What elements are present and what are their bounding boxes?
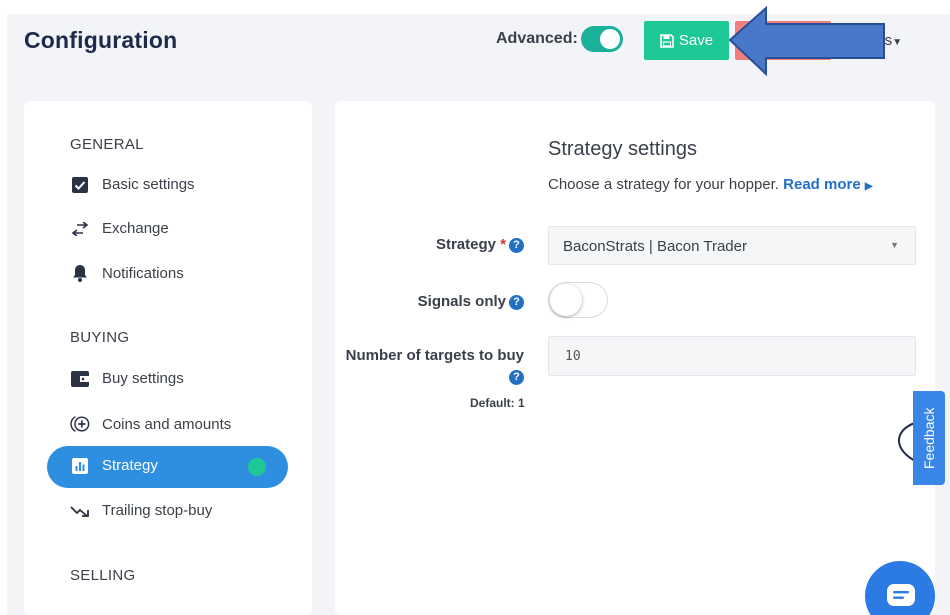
sidebar-item-exchange[interactable]: Exchange <box>70 220 169 237</box>
sidebar-item-trailing-stop-buy[interactable]: Trailing stop-buy <box>70 502 212 519</box>
trending-down-icon <box>70 505 90 517</box>
help-icon[interactable]: ? <box>509 295 524 310</box>
strategy-select-value: BaconStrats | Bacon Trader <box>563 238 747 255</box>
status-indicator-dot <box>248 458 266 476</box>
sidebar-item-strategy-content: Strategy <box>70 457 158 474</box>
targets-help: ? <box>509 368 524 385</box>
feedback-tab[interactable]: Feedback <box>913 391 945 485</box>
sidebar-item-label: Strategy <box>102 457 158 474</box>
required-marker: * <box>495 236 506 253</box>
floppy-disk-icon <box>660 33 674 48</box>
sidebar-item-basic-settings[interactable]: Basic settings <box>70 176 195 193</box>
sidebar-item-label: Notifications <box>102 264 184 282</box>
section-heading-selling: SELLING <box>70 567 136 584</box>
section-title: Strategy settings <box>548 138 697 160</box>
exchange-arrows-icon <box>70 221 90 236</box>
sidebar-item-label: Coins and amounts <box>102 415 232 433</box>
bell-icon <box>70 264 90 282</box>
wallet-icon <box>70 370 90 387</box>
strategy-label: Strategy *? <box>436 236 524 253</box>
annotation-arrow <box>728 6 885 77</box>
toggle-knob <box>550 284 582 316</box>
section-heading-general: GENERAL <box>70 136 144 153</box>
targets-label: Number of targets to buy <box>345 347 524 364</box>
sidebar-item-label: Trailing stop-buy <box>102 502 213 519</box>
chevron-down-icon: ▼ <box>890 240 899 250</box>
read-more-link[interactable]: Read more ▶ <box>783 176 872 193</box>
toggle-knob <box>600 29 620 49</box>
section-description: Choose a strategy for your hopper. Read … <box>548 176 873 193</box>
strategy-select[interactable]: BaconStrats | Bacon Trader ▼ <box>548 226 916 265</box>
save-button-label: Save <box>678 32 714 49</box>
sidebar-item-buy-settings[interactable]: Buy settings <box>70 370 184 387</box>
default-hint: Default: 1 <box>470 396 525 410</box>
caret-right-icon: ▶ <box>864 181 873 192</box>
sidebar-item-label: Buy settings <box>102 370 184 387</box>
caret-down-icon: ▼ <box>892 37 903 48</box>
bar-chart-icon <box>70 457 90 474</box>
description-text: Choose a strategy for your hopper. <box>548 176 779 193</box>
section-heading-buying: BUYING <box>70 329 130 346</box>
page-title: Configuration <box>24 27 178 53</box>
sidebar-item-coins-and-amounts[interactable]: Coins and amounts <box>70 414 231 434</box>
sidebar-item-notifications[interactable]: Notifications <box>70 264 184 282</box>
checkbox-checked-icon <box>70 176 90 193</box>
signals-only-toggle[interactable] <box>548 282 608 318</box>
chat-icon <box>887 584 915 606</box>
help-icon[interactable]: ? <box>509 370 524 385</box>
save-button[interactable]: Save <box>644 21 729 60</box>
advanced-toggle[interactable] <box>581 26 623 52</box>
help-icon[interactable]: ? <box>509 238 524 253</box>
targets-input[interactable]: 10 <box>548 336 916 376</box>
add-coins-icon <box>70 414 90 434</box>
advanced-label: Advanced: <box>496 30 578 47</box>
sidebar-item-label: Basic settings <box>102 176 195 193</box>
sidebar-item-label: Exchange <box>102 220 169 237</box>
signals-only-label: Signals only? <box>418 293 524 310</box>
